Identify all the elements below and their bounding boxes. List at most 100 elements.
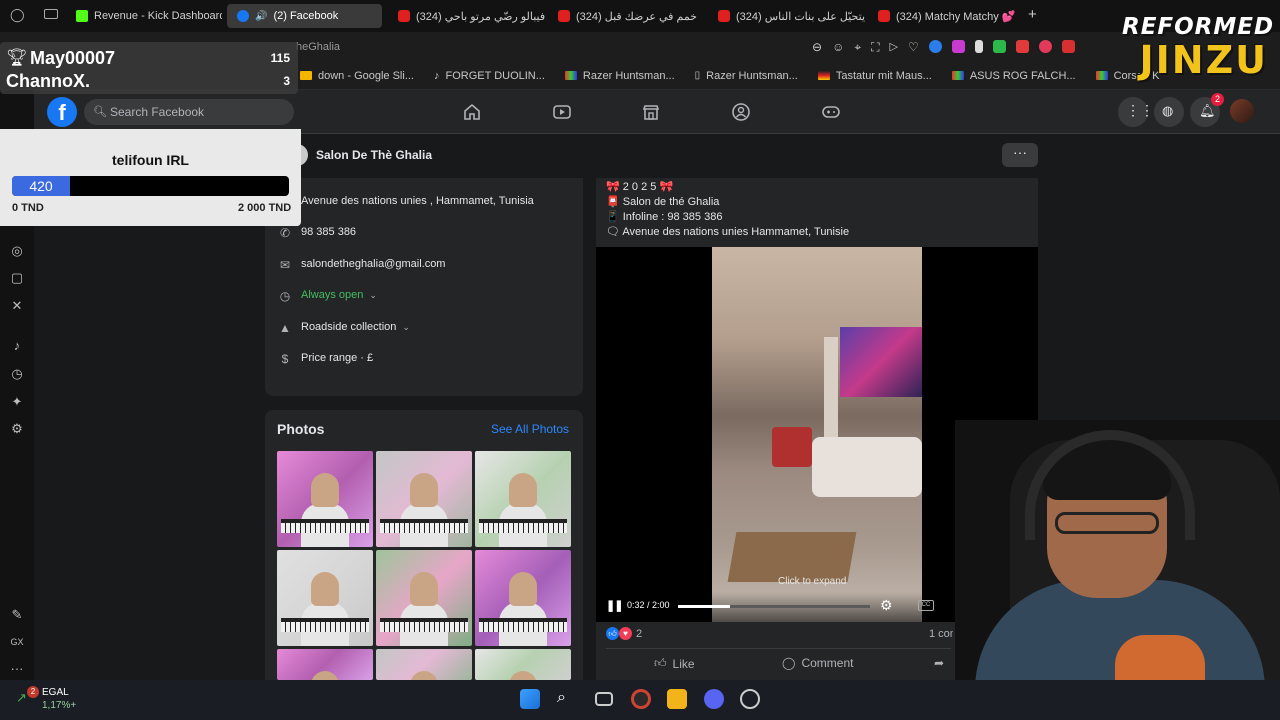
see-all-photos-link[interactable]: See All Photos [491,422,569,436]
heart-icon[interactable]: ♡ [908,40,919,55]
gaming-icon[interactable] [821,102,841,122]
messenger-icon[interactable]: ◎ [10,244,24,258]
photo-thumbnail[interactable] [475,550,571,646]
bookmark-item[interactable]: Razer Huntsman... [564,70,675,82]
discord-icon[interactable] [704,689,724,709]
bookmark-item[interactable]: ASUS ROG FALCH... [951,70,1076,82]
workspaces-icon[interactable] [44,9,58,19]
photo-thumbnail[interactable] [475,451,571,547]
photo-thumbnail[interactable] [277,550,373,646]
extension-icon[interactable]: ✦ [10,395,24,409]
facebook-logo[interactable]: f [47,97,77,127]
reaction-count[interactable]: 2 [636,628,642,640]
more-icon[interactable]: ··· [10,662,24,676]
settings-icon[interactable]: ⚙ [10,422,24,436]
comment-button[interactable]: ◯ Comment [782,656,853,670]
video-progress-bar[interactable] [678,605,870,608]
photo-thumbnail[interactable] [277,451,373,547]
pin-icon[interactable]: ⌖ [854,40,861,55]
video-icon[interactable] [552,102,572,122]
photo-thumbnail[interactable] [277,649,373,680]
file-explorer-icon[interactable] [667,689,687,709]
extension-blue-icon[interactable] [928,40,942,53]
like-button[interactable]: 👍︎ Like [654,656,695,671]
address-bar-url[interactable]: heGhalia [296,41,340,53]
home-icon[interactable] [462,102,482,122]
photo-person-head [311,572,339,606]
email-text[interactable]: salondetheghalia@gmail.com [301,258,445,270]
flag-icon [1095,71,1108,80]
photo-person-head [311,473,339,507]
flag-icon [564,71,577,80]
emoji-icon[interactable]: ☺ [832,40,844,55]
tab-youtube-3[interactable]: (324) يتحيّل على بنات الناس [708,4,868,28]
task-view-icon[interactable] [595,692,613,706]
leaderboard-score: 3 [283,74,290,88]
click-to-expand-label[interactable]: Click to expand [778,576,846,587]
bookmark-item[interactable]: Tastatur mit Maus... [817,70,932,82]
video-scene-sofa [812,437,922,497]
groups-icon[interactable] [731,102,751,122]
menu-button[interactable]: ⋮⋮ [1118,97,1154,127]
share-button[interactable]: ➦ [934,656,944,670]
tab-facebook[interactable]: 🔊 (2) Facebook [227,4,382,28]
page-title[interactable]: Salon De Thè Ghalia [316,148,432,162]
photo-thumbnail[interactable] [475,649,571,680]
extension-video-icon[interactable] [1061,40,1075,53]
pause-icon[interactable]: ❚❚ [606,599,623,612]
tab-youtube-4[interactable]: (324) Matchy Matchy 💕 [868,4,1023,28]
video-time: 0:32 / 2:00 [627,600,670,610]
extension-shield-icon[interactable] [951,40,965,53]
chevron-down-icon: ⌄ [402,322,410,332]
bookmark-item[interactable]: ♪ FORGET DUOLIN... [434,70,545,82]
tab-youtube-1[interactable]: (324) فيبالو رضّي مرتو باحي [388,4,548,28]
tab-kick[interactable]: Revenue - Kick Dashboard [66,4,222,28]
service-dropdown[interactable]: Roadside collection ⌄ [301,321,410,333]
opera-menu-icon[interactable]: ◯ [10,8,25,22]
tab-youtube-2[interactable]: (324) خمم في عرضك قبل [548,4,708,28]
screenshot-icon[interactable]: ⛶ [871,40,879,55]
hours-dropdown[interactable]: Always open ⌄ [301,289,377,301]
post-line: 📱 Infoline : 98 385 386 [606,211,723,223]
gear-icon[interactable]: ⚙ [880,597,893,614]
messenger-button[interactable]: ◍ [1154,97,1184,127]
instagram-icon[interactable]: ▢ [10,271,24,285]
obs-icon[interactable] [740,689,760,709]
extension-shield-red-icon[interactable] [1038,40,1052,53]
avatar[interactable] [1228,97,1256,125]
photo-thumbnail[interactable] [376,649,472,680]
video-scene-table [727,532,857,582]
comment-count[interactable]: 1 com [929,628,953,640]
messenger-icon: ◍ [1162,103,1174,118]
stock-chart-icon[interactable]: ↗ [16,690,27,706]
reactions-summary[interactable]: 👍︎ ♥ [606,627,632,640]
phone-text[interactable]: 98 385 386 [301,226,356,238]
divider [606,648,951,649]
photo-person-head [509,473,537,507]
photo-thumbnail[interactable] [376,451,472,547]
x-icon[interactable]: ✕ [10,299,24,313]
extension-pin-icon[interactable] [974,40,983,53]
gx-label[interactable]: GX [7,635,27,649]
search-icon[interactable]: ⌕ [557,689,577,709]
new-tab-button[interactable]: + [1028,6,1037,23]
windows-start-icon[interactable] [520,689,540,709]
photo-thumbnail[interactable] [376,550,472,646]
stock-widget[interactable]: EGAL 1,17%+ [42,686,76,712]
opera-gx-icon[interactable] [631,689,651,709]
more-options-button[interactable]: ··· [1002,143,1038,167]
gx-logo-icon[interactable]: ✎ [10,608,24,622]
send-icon[interactable]: ▷ [890,40,898,55]
zoom-out-icon[interactable]: ⊖ [812,40,822,55]
bookmark-item[interactable]: ▯ Razer Huntsman... [695,70,798,82]
search-input[interactable]: 🔍︎ Search Facebook [84,99,294,125]
captions-button[interactable]: CC [918,600,934,611]
clock-icon[interactable]: ◷ [10,367,24,381]
bookmark-item[interactable]: down - Google Sli... [300,70,414,82]
extension-green-icon[interactable] [992,40,1006,53]
video-frame[interactable] [712,247,922,622]
kick-icon [76,10,88,22]
music-icon[interactable]: ♪ [10,339,24,353]
marketplace-icon[interactable] [641,102,661,122]
extension-tp-icon[interactable] [1015,40,1029,53]
